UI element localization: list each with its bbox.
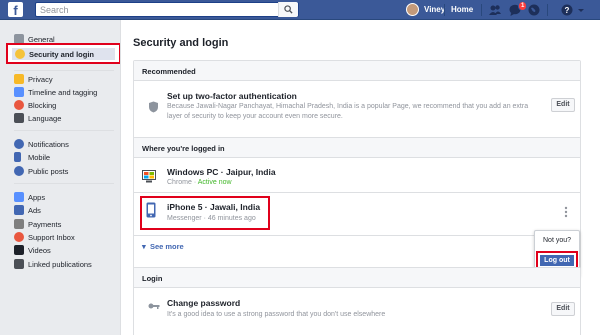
sidebar-item-linked-publications[interactable]: Linked publications: [14, 258, 92, 270]
svg-text:?: ?: [565, 6, 570, 15]
sidebar-item-mobile[interactable]: Mobile: [14, 151, 50, 163]
two-factor-edit-button[interactable]: Edit: [551, 98, 575, 112]
block-icon: [14, 100, 24, 110]
more-options-icon[interactable]: [564, 206, 568, 218]
sidebar-item-label: Support Inbox: [28, 232, 75, 242]
session-meta: Messenger · 46 minutes ago: [167, 215, 256, 222]
sidebar-item-label: Blocking: [28, 100, 57, 110]
sidebar-item-blocking[interactable]: Blocking: [14, 99, 56, 111]
chevron-down-icon[interactable]: [577, 3, 585, 17]
sidebar-item-privacy[interactable]: Privacy: [14, 73, 53, 85]
friend-requests-icon[interactable]: [488, 3, 502, 17]
sidebar-item-security[interactable]: Security and login: [12, 48, 115, 60]
sidebar-item-public-posts[interactable]: Public posts: [14, 165, 68, 177]
sidebar-item-ads[interactable]: Ads: [14, 204, 41, 216]
profile-name-link[interactable]: Viney: [424, 5, 445, 14]
sidebar-item-label: Privacy: [28, 74, 53, 84]
sidebar-item-timeline[interactable]: Timeline and tagging: [14, 86, 97, 98]
divider: [444, 4, 445, 16]
mobile-icon: [14, 152, 21, 162]
timeline-icon: [14, 87, 24, 97]
divider: [134, 192, 580, 193]
notification-badge: 1: [518, 1, 528, 11]
see-more-label: See more: [149, 242, 184, 251]
highlight-box: Security and login: [6, 43, 121, 64]
search-icon: [284, 5, 293, 14]
change-password-title: Change password: [167, 298, 241, 308]
sidebar-item-label: Linked publications: [28, 259, 92, 269]
logout-button[interactable]: Log out: [540, 255, 574, 266]
sidebar-item-label: Mobile: [28, 152, 51, 162]
sidebar-item-label: Ads: [28, 205, 41, 215]
profile-avatar[interactable]: [406, 3, 419, 16]
session-device: iPhone 5 · Jawali, India: [167, 202, 261, 212]
divider: [481, 4, 482, 16]
main-content: Security and login Recommended Set up tw…: [120, 20, 600, 335]
divider: [14, 70, 114, 71]
change-password-edit-button[interactable]: Edit: [551, 302, 575, 316]
facebook-logo[interactable]: f: [8, 2, 23, 18]
help-icon[interactable]: ?: [560, 3, 574, 17]
divider: [134, 235, 580, 236]
session-status: 46 minutes ago: [207, 215, 256, 222]
lock-icon: [14, 74, 24, 84]
sidebar-item-label: Videos: [28, 245, 51, 255]
divider: [547, 4, 548, 16]
sidebar-item-label: Security and login: [29, 49, 95, 59]
sidebar-item-apps[interactable]: Apps: [14, 191, 45, 203]
key-icon: [148, 303, 160, 309]
sidebar-item-label: Apps: [28, 192, 46, 202]
session-device: Windows PC · Jaipur, India: [167, 167, 276, 177]
search-input[interactable]: Search: [35, 2, 299, 17]
sidebar-item-support-inbox[interactable]: Support Inbox: [14, 231, 75, 243]
ads-icon: [14, 205, 24, 215]
desktop-icon: [142, 170, 156, 183]
sidebar-item-language[interactable]: Language: [14, 112, 61, 124]
sidebar-item-payments[interactable]: Payments: [14, 218, 61, 230]
search-button[interactable]: [278, 2, 298, 17]
sidebar-item-notifications[interactable]: Notifications: [14, 138, 69, 150]
session-app: Messenger: [167, 215, 202, 222]
change-password-desc: It's a good idea to use a strong passwor…: [167, 311, 386, 318]
logged-in-card: Where you're logged in Windows PC · Jaip…: [133, 137, 581, 279]
two-factor-desc-line1: Because Jawali-Nagar Panchayat, Himachal…: [167, 103, 529, 110]
shield-icon: [149, 101, 158, 113]
sidebar-item-videos[interactable]: Videos: [14, 244, 51, 256]
sidebar-item-label: Public posts: [28, 166, 69, 176]
globe-icon: [14, 139, 24, 149]
sidebar-item-label: Notifications: [28, 139, 69, 149]
settings-sidebar: General Security and login Privacy Timel…: [0, 20, 121, 335]
language-icon: [14, 113, 24, 123]
top-navbar: f Search Viney Home 1 ?: [0, 0, 600, 20]
not-you-option[interactable]: Not you?: [543, 237, 571, 244]
page-title: Security and login: [133, 37, 229, 49]
two-factor-desc-line2: layer of security to keep your account e…: [167, 113, 343, 120]
card-icon: [14, 219, 24, 229]
sidebar-item-label: Payments: [28, 219, 62, 229]
globe-icon[interactable]: [527, 3, 541, 17]
card-header: Recommended: [134, 61, 580, 81]
session-app: Chrome: [167, 179, 192, 186]
sidebar-item-label: Language: [28, 113, 62, 123]
sidebar-item-label: Timeline and tagging: [28, 87, 98, 97]
search-placeholder: Search: [40, 5, 69, 15]
session-status: Active now: [197, 179, 232, 186]
rss-icon: [14, 166, 24, 176]
see-more-link[interactable]: ▾ See more: [142, 242, 184, 251]
chevron-down-icon: ▾: [142, 242, 146, 251]
video-icon: [14, 245, 24, 255]
divider: [14, 130, 114, 131]
publication-icon: [14, 259, 24, 269]
apps-icon: [14, 192, 24, 202]
card-header: Login: [134, 268, 580, 288]
session-meta: Chrome · Active now: [167, 179, 232, 186]
home-link[interactable]: Home: [451, 5, 473, 14]
card-header: Where you're logged in: [134, 138, 580, 158]
support-icon: [14, 232, 24, 242]
mobile-icon: [146, 202, 156, 218]
divider: [14, 183, 114, 184]
shield-icon: [15, 49, 25, 59]
login-card: Login Change password It's a good idea t…: [133, 267, 581, 335]
two-factor-title: Set up two-factor authentication: [167, 91, 297, 101]
